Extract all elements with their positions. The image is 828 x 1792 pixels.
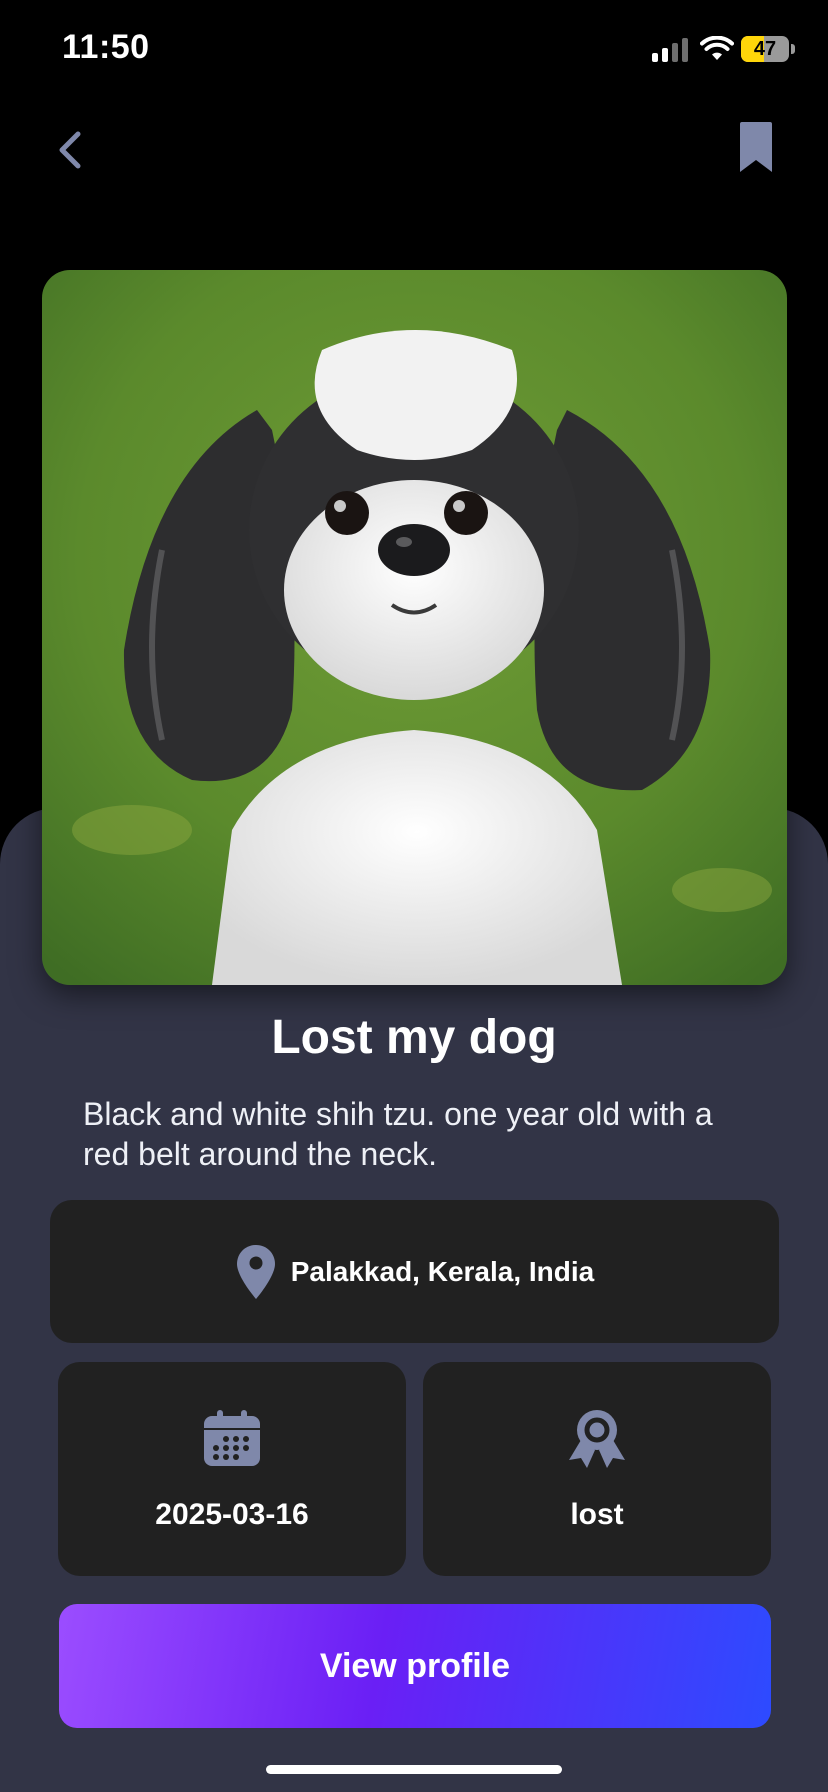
bookmark-button[interactable]	[732, 118, 780, 178]
signal-icon	[652, 38, 688, 62]
home-indicator[interactable]	[266, 1765, 562, 1774]
status-time: 11:50	[62, 28, 150, 66]
date-text: 2025-03-16	[155, 1498, 309, 1531]
status-card: lost	[423, 1362, 771, 1576]
status-bar: 11:50 47	[0, 0, 828, 100]
location-card: Palakkad, Kerala, India	[50, 1200, 779, 1343]
wifi-icon	[700, 36, 734, 60]
view-profile-button[interactable]: View profile	[59, 1604, 771, 1728]
status-text: lost	[570, 1498, 624, 1531]
date-card: 2025-03-16	[58, 1362, 406, 1576]
calendar-icon	[204, 1410, 260, 1466]
bookmark-icon	[740, 122, 772, 172]
post-title: Lost my dog	[271, 1011, 557, 1064]
back-button[interactable]	[48, 120, 94, 180]
chevron-left-icon	[59, 131, 81, 169]
dog-photo	[42, 270, 787, 985]
battery-percent: 47	[753, 38, 777, 60]
battery-tip	[791, 44, 795, 54]
map-pin-icon	[236, 1244, 275, 1299]
location-text: Palakkad, Kerala, India	[290, 1255, 595, 1287]
award-badge-icon	[569, 1410, 625, 1468]
post-description: Black and white shih tzu. one year old w…	[83, 1096, 713, 1172]
battery-icon: 47	[741, 36, 789, 62]
